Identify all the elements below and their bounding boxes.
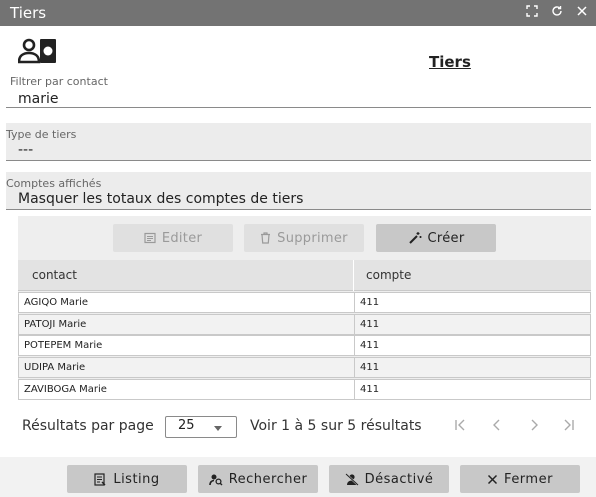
cell-separator xyxy=(354,315,355,334)
comptes-affiches-label: Comptes affichés xyxy=(6,177,102,190)
delete-button[interactable]: Supprimer xyxy=(244,224,364,252)
table-header: contact compte xyxy=(18,260,591,291)
user-off-icon xyxy=(344,472,359,486)
create-button-label: Créer xyxy=(427,230,465,246)
results-info: Voir 1 à 5 sur 5 résultats xyxy=(250,418,422,434)
search-button-label: Rechercher xyxy=(228,471,308,487)
deactivate-button[interactable]: Désactivé xyxy=(329,465,449,493)
cell-separator xyxy=(354,358,355,377)
cell-contact: UDIPA Marie xyxy=(24,362,86,373)
contact-filter-input[interactable]: marie xyxy=(18,91,58,107)
table-row[interactable]: POTEPEM Marie 411 xyxy=(18,335,591,356)
close-icon[interactable] xyxy=(575,5,589,19)
cell-compte: 411 xyxy=(360,362,380,373)
comptes-affiches-value[interactable]: Masquer les totaux des comptes de tiers xyxy=(18,191,303,207)
pagination-bar: Résultats par page 25 Voir 1 à 5 sur 5 r… xyxy=(0,415,596,439)
cell-separator xyxy=(354,380,355,399)
per-page-value: 25 xyxy=(178,418,195,433)
close-button[interactable]: Fermer xyxy=(460,465,580,493)
tiers-type-value[interactable]: --- xyxy=(18,142,33,158)
previous-page-icon[interactable] xyxy=(490,418,504,436)
column-separator xyxy=(353,260,354,291)
first-page-icon[interactable] xyxy=(453,418,467,436)
dropdown-arrow-icon xyxy=(214,426,222,431)
cell-separator xyxy=(354,293,355,312)
column-header-compte[interactable]: compte xyxy=(366,268,411,282)
last-page-icon[interactable] xyxy=(562,418,576,436)
deactivate-button-label: Désactivé xyxy=(364,471,434,487)
cell-separator xyxy=(354,336,355,355)
window-titlebar: Tiers xyxy=(0,0,596,26)
tiers-table: contact compte AGIQO Marie 411 PATOJI Ma… xyxy=(18,260,591,400)
edit-button[interactable]: Editer xyxy=(113,224,233,252)
listing-icon xyxy=(94,472,106,486)
tiers-type-label: Type de tiers xyxy=(6,128,77,141)
contact-card-icon xyxy=(17,37,58,65)
tiers-type-select[interactable]: Type de tiers --- xyxy=(6,123,591,161)
delete-button-label: Supprimer xyxy=(277,230,348,246)
cell-compte: 411 xyxy=(360,340,380,351)
listing-button[interactable]: Listing xyxy=(67,465,187,493)
next-page-icon[interactable] xyxy=(527,418,541,436)
edit-button-label: Editer xyxy=(161,230,203,246)
cell-compte: 411 xyxy=(360,384,380,395)
field-underline xyxy=(6,209,591,210)
cell-contact: AGIQO Marie xyxy=(24,297,89,308)
table-row[interactable]: ZAVIBOGA Marie 411 xyxy=(18,379,591,400)
column-header-contact[interactable]: contact xyxy=(32,268,77,282)
contact-filter-label: Filtrer par contact xyxy=(10,75,108,88)
cell-compte: 411 xyxy=(360,319,380,330)
table-row[interactable]: AGIQO Marie 411 xyxy=(18,292,591,313)
table-row[interactable]: PATOJI Marie 411 xyxy=(18,314,591,335)
create-button[interactable]: Créer xyxy=(376,224,496,252)
per-page-select[interactable]: 25 xyxy=(165,416,237,438)
window-title: Tiers xyxy=(10,4,47,22)
search-person-icon xyxy=(208,474,223,485)
contact-filter-field[interactable]: Filtrer par contact marie xyxy=(6,74,591,108)
field-underline xyxy=(6,107,591,108)
per-page-label: Résultats par page xyxy=(22,418,154,434)
cell-contact: ZAVIBOGA Marie xyxy=(24,384,107,395)
comptes-affiches-select[interactable]: Comptes affichés Masquer les totaux des … xyxy=(6,172,591,210)
refresh-icon[interactable] xyxy=(550,5,564,19)
magic-wand-icon xyxy=(408,232,421,244)
search-button[interactable]: Rechercher xyxy=(198,465,318,493)
fullscreen-icon[interactable] xyxy=(525,5,539,19)
close-x-icon xyxy=(488,474,498,484)
footer-bar: Listing Rechercher Désactivé Fermer xyxy=(0,457,596,497)
cell-compte: 411 xyxy=(360,297,380,308)
cell-contact: PATOJI Marie xyxy=(24,319,87,330)
cell-contact: POTEPEM Marie xyxy=(24,340,103,351)
trash-icon xyxy=(261,232,271,244)
listing-button-label: Listing xyxy=(113,471,160,487)
page-title: Tiers xyxy=(429,53,471,71)
document-icon xyxy=(144,232,156,244)
close-button-label: Fermer xyxy=(504,471,553,487)
field-underline xyxy=(6,160,591,161)
table-row[interactable]: UDIPA Marie 411 xyxy=(18,357,591,378)
